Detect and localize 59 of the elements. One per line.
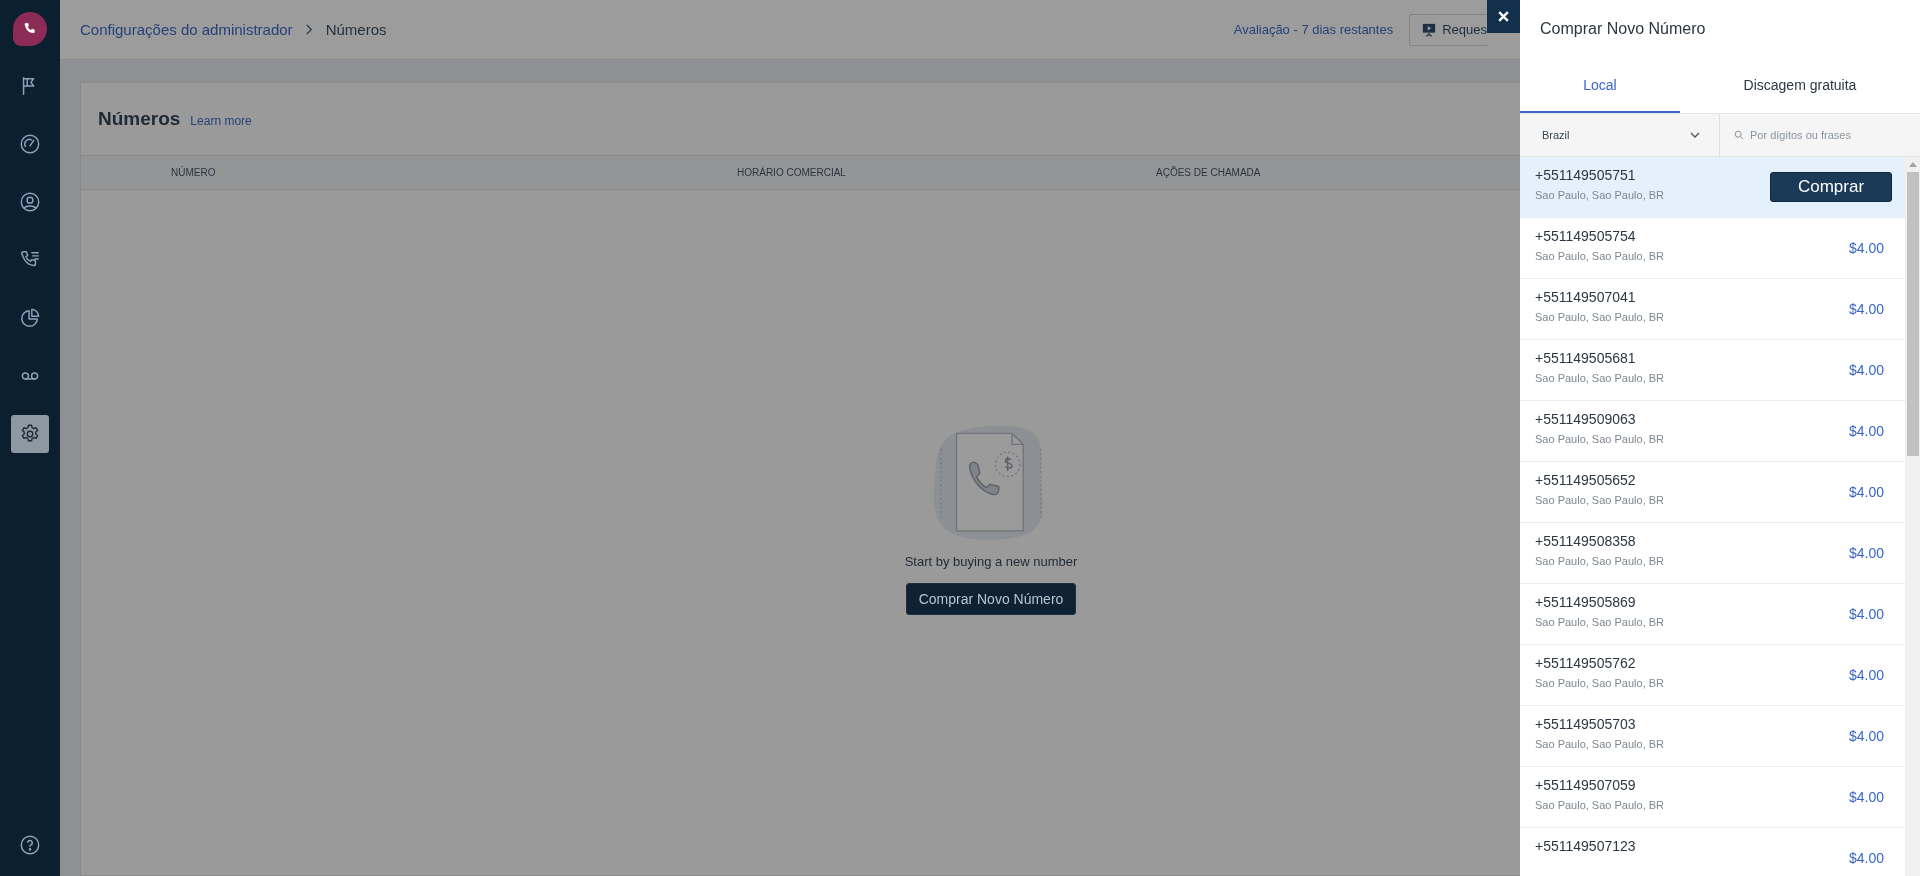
price: $4.00 [1848, 789, 1884, 805]
column-header: AÇÕES DE CHAMADA [1156, 167, 1261, 178]
buy-button[interactable]: Comprar [1770, 172, 1892, 202]
phone-number: +551149505652 [1535, 472, 1637, 488]
number-location: Sao Paulo, Sao Paulo, BR [1535, 250, 1665, 262]
price: $4.00 [1848, 362, 1884, 378]
country-dropdown[interactable]: Brazil [1520, 114, 1720, 156]
price: $4.00 [1848, 545, 1884, 561]
breadcrumb-link[interactable]: Configurações do administrador [80, 21, 293, 38]
trial-link[interactable]: Avaliação - 7 dias restantes [1233, 22, 1394, 37]
phone-number: +551149507059 [1535, 777, 1637, 793]
number-location: Sao Paulo, Sao Paulo, BR [1535, 616, 1665, 628]
number-location: Sao Paulo, Sao Paulo, BR [1535, 372, 1665, 384]
phone-number: +551149507041 [1535, 289, 1637, 305]
phone-number: +551149507123 [1535, 838, 1636, 854]
phone-number: +551149505762 [1535, 655, 1637, 671]
tab[interactable]: Discagem gratuita [1680, 58, 1920, 113]
search-icon [1734, 130, 1744, 140]
price: $4.00 [1848, 240, 1884, 256]
phone-number: +551149508358 [1535, 533, 1637, 549]
price: $4.00 [1848, 301, 1884, 317]
price: $4.00 [1848, 667, 1884, 683]
chevron-right-icon [304, 24, 314, 35]
column-header: NÚMERO [171, 167, 216, 178]
phone-number: +551149505751 [1535, 167, 1637, 183]
close-icon [1497, 10, 1510, 23]
phone-number: +551149505869 [1535, 594, 1637, 610]
price: $4.00 [1848, 606, 1884, 622]
breadcrumb-current: Números [325, 21, 387, 38]
presentation-icon [1422, 22, 1437, 37]
number-location: Sao Paulo, Sao Paulo, BR [1535, 189, 1665, 201]
buy-number-button[interactable]: Comprar Novo Número [905, 583, 1077, 615]
search-field[interactable]: Por dígitos ou frases [1750, 129, 1900, 141]
number-location: Sao Paulo, Sao Paulo, BR [1535, 677, 1665, 689]
price: $4.00 [1848, 484, 1884, 500]
number-row[interactable]: +551149505751 Sao Paulo, Sao Paulo, BR Comprar [1520, 157, 1905, 218]
scrollbar-thumb[interactable] [1906, 172, 1919, 456]
column-header: HORÁRIO COMERCIAL [737, 167, 846, 178]
price: $4.00 [1848, 850, 1884, 866]
number-location: Sao Paulo, Sao Paulo, BR [1535, 311, 1665, 323]
price: $4.00 [1848, 728, 1884, 744]
number-location: Sao Paulo, Sao Paulo, BR [1535, 555, 1665, 567]
phone-number: +551149505681 [1535, 350, 1637, 366]
price: $4.00 [1848, 423, 1884, 439]
number-location: Sao Paulo, Sao Paulo, BR [1535, 738, 1665, 750]
phone-logo-icon[interactable] [13, 12, 47, 46]
phone-number: +551149505754 [1535, 228, 1637, 244]
number-location: Sao Paulo, Sao Paulo, BR [1535, 433, 1665, 445]
panel-title: Comprar Novo Número [1539, 19, 1707, 39]
request-button[interactable]: Reques [1409, 13, 1487, 46]
phone-number: +551149509063 [1535, 411, 1637, 427]
empty-message: Start by buying a new number [904, 554, 1078, 569]
number-location: Sao Paulo, Sao Paulo, BR [1535, 494, 1665, 506]
close-button[interactable] [1487, 0, 1520, 33]
learn-more-link[interactable]: Learn more [190, 113, 252, 128]
number-location: Sao Paulo, Sao Paulo, BR [1535, 799, 1665, 811]
settings-icon[interactable] [11, 415, 49, 453]
phone-number: +551149505703 [1535, 716, 1637, 732]
page-title: Números [98, 108, 181, 130]
